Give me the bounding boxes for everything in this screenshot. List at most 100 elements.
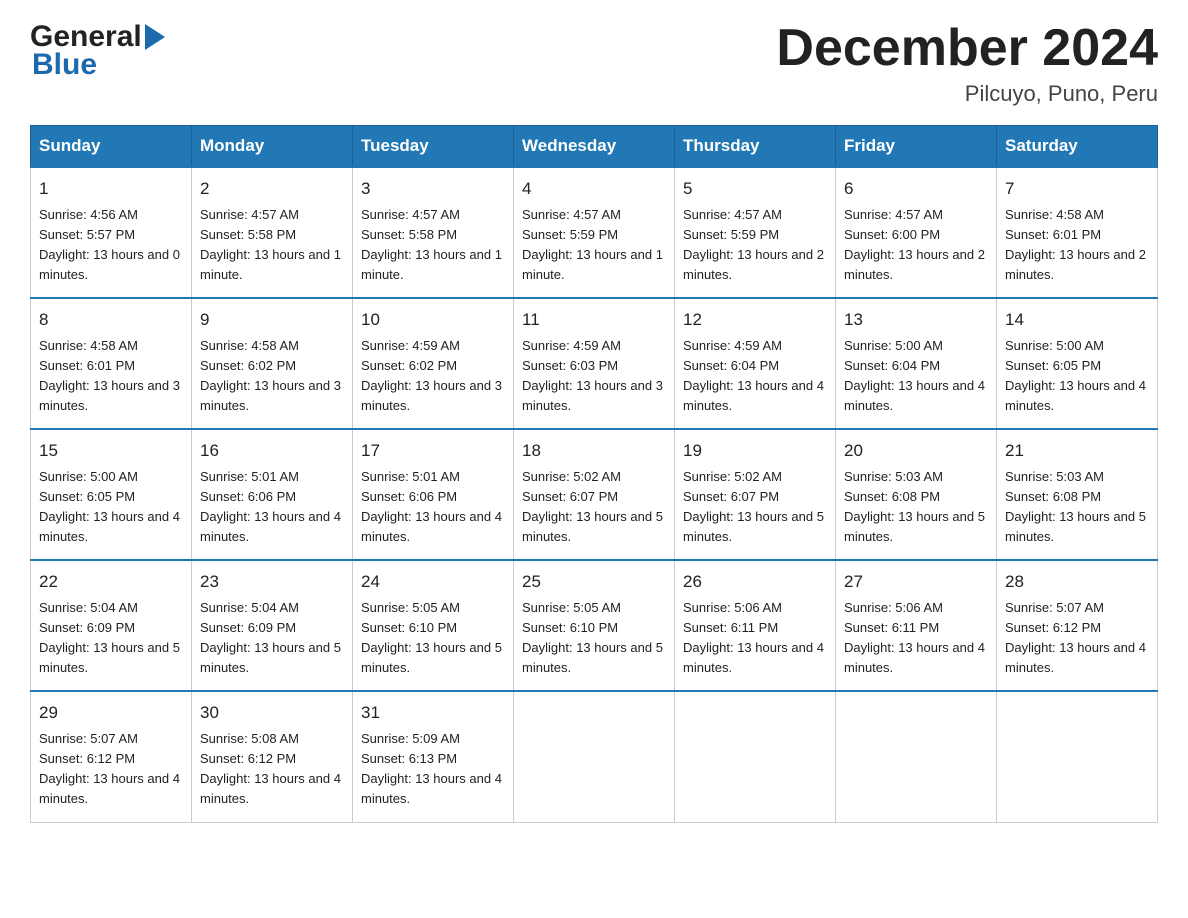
day-number: 26 (683, 569, 827, 595)
day-info: Sunrise: 5:06 AMSunset: 6:11 PMDaylight:… (683, 598, 827, 679)
calendar-cell (514, 691, 675, 822)
calendar-cell: 27 Sunrise: 5:06 AMSunset: 6:11 PMDayligh… (836, 560, 997, 691)
day-info: Sunrise: 4:57 AMSunset: 5:58 PMDaylight:… (200, 205, 344, 286)
calendar-cell: 17 Sunrise: 5:01 AMSunset: 6:06 PMDayligh… (353, 429, 514, 560)
day-info: Sunrise: 5:05 AMSunset: 6:10 PMDaylight:… (361, 598, 505, 679)
day-number: 31 (361, 700, 505, 726)
calendar-cell: 16 Sunrise: 5:01 AMSunset: 6:06 PMDayligh… (192, 429, 353, 560)
day-number: 8 (39, 307, 183, 333)
calendar-cell: 1 Sunrise: 4:56 AMSunset: 5:57 PMDaylight… (31, 167, 192, 298)
header-saturday: Saturday (997, 126, 1158, 168)
calendar: Sunday Monday Tuesday Wednesday Thursday… (30, 125, 1158, 822)
day-number: 23 (200, 569, 344, 595)
day-number: 17 (361, 438, 505, 464)
day-number: 6 (844, 176, 988, 202)
day-info: Sunrise: 5:07 AMSunset: 6:12 PMDaylight:… (1005, 598, 1149, 679)
calendar-cell: 30 Sunrise: 5:08 AMSunset: 6:12 PMDayligh… (192, 691, 353, 822)
day-number: 18 (522, 438, 666, 464)
logo-arrow-icon (145, 24, 165, 50)
calendar-cell: 8 Sunrise: 4:58 AMSunset: 6:01 PMDaylight… (31, 298, 192, 429)
calendar-week-row: 8 Sunrise: 4:58 AMSunset: 6:01 PMDaylight… (31, 298, 1158, 429)
calendar-cell: 2 Sunrise: 4:57 AMSunset: 5:58 PMDaylight… (192, 167, 353, 298)
calendar-cell: 5Sunrise: 4:57 AMSunset: 5:59 PMDaylight… (675, 167, 836, 298)
day-info: Sunrise: 5:01 AMSunset: 6:06 PMDaylight:… (361, 467, 505, 548)
day-info: Sunrise: 4:57 AMSunset: 5:59 PMDaylight:… (522, 205, 666, 286)
calendar-cell: 19 Sunrise: 5:02 AMSunset: 6:07 PMDayligh… (675, 429, 836, 560)
calendar-cell: 24 Sunrise: 5:05 AMSunset: 6:10 PMDayligh… (353, 560, 514, 691)
day-number: 19 (683, 438, 827, 464)
calendar-week-row: 1 Sunrise: 4:56 AMSunset: 5:57 PMDaylight… (31, 167, 1158, 298)
day-info: Sunrise: 4:56 AMSunset: 5:57 PMDaylight:… (39, 205, 183, 286)
calendar-cell: 6 Sunrise: 4:57 AMSunset: 6:00 PMDaylight… (836, 167, 997, 298)
day-info: Sunrise: 5:02 AMSunset: 6:07 PMDaylight:… (522, 467, 666, 548)
title-block: December 2024 Pilcuyo, Puno, Peru (776, 20, 1158, 107)
day-number: 28 (1005, 569, 1149, 595)
calendar-cell: 29 Sunrise: 5:07 AMSunset: 6:12 PMDayligh… (31, 691, 192, 822)
header-tuesday: Tuesday (353, 126, 514, 168)
day-number: 29 (39, 700, 183, 726)
page-title: December 2024 (776, 20, 1158, 77)
day-number: 3 (361, 176, 505, 202)
day-number: 15 (39, 438, 183, 464)
day-number: 22 (39, 569, 183, 595)
calendar-cell: 22Sunrise: 5:04 AMSunset: 6:09 PMDayligh… (31, 560, 192, 691)
day-number: 13 (844, 307, 988, 333)
day-number: 25 (522, 569, 666, 595)
day-number: 24 (361, 569, 505, 595)
calendar-cell: 10Sunrise: 4:59 AMSunset: 6:02 PMDayligh… (353, 298, 514, 429)
day-info: Sunrise: 5:00 AMSunset: 6:05 PMDaylight:… (39, 467, 183, 548)
day-number: 14 (1005, 307, 1149, 333)
day-info: Sunrise: 5:07 AMSunset: 6:12 PMDaylight:… (39, 729, 183, 810)
calendar-cell: 15 Sunrise: 5:00 AMSunset: 6:05 PMDayligh… (31, 429, 192, 560)
logo: General Blue (30, 20, 165, 82)
calendar-cell: 28 Sunrise: 5:07 AMSunset: 6:12 PMDayligh… (997, 560, 1158, 691)
day-number: 1 (39, 176, 183, 202)
day-info: Sunrise: 5:03 AMSunset: 6:08 PMDaylight:… (1005, 467, 1149, 548)
day-number: 21 (1005, 438, 1149, 464)
calendar-cell: 9Sunrise: 4:58 AMSunset: 6:02 PMDaylight… (192, 298, 353, 429)
day-info: Sunrise: 4:58 AMSunset: 6:02 PMDaylight:… (200, 336, 344, 417)
day-info: Sunrise: 4:59 AMSunset: 6:04 PMDaylight:… (683, 336, 827, 417)
day-info: Sunrise: 4:57 AMSunset: 6:00 PMDaylight:… (844, 205, 988, 286)
calendar-cell: 4Sunrise: 4:57 AMSunset: 5:59 PMDaylight… (514, 167, 675, 298)
calendar-week-row: 15 Sunrise: 5:00 AMSunset: 6:05 PMDayligh… (31, 429, 1158, 560)
page-header: General Blue December 2024 Pilcuyo, Puno… (30, 20, 1158, 107)
calendar-week-row: 22 Sunrise: 5:04 AMSunset: 6:09 PMDayligh… (31, 560, 1158, 691)
page-subtitle: Pilcuyo, Puno, Peru (776, 81, 1158, 107)
calendar-cell: 12Sunrise: 4:59 AMSunset: 6:04 PMDayligh… (675, 298, 836, 429)
day-info: Sunrise: 5:01 AMSunset: 6:06 PMDaylight:… (200, 467, 344, 548)
calendar-cell: 3Sunrise: 4:57 AMSunset: 5:58 PMDaylight… (353, 167, 514, 298)
calendar-cell: 14 Sunrise: 5:00 AMSunset: 6:05 PMDayligh… (997, 298, 1158, 429)
weekday-header-row: Sunday Monday Tuesday Wednesday Thursday… (31, 126, 1158, 168)
day-info: Sunrise: 5:09 AMSunset: 6:13 PMDaylight:… (361, 729, 505, 810)
calendar-cell: 26 Sunrise: 5:06 AMSunset: 6:11 PMDayligh… (675, 560, 836, 691)
calendar-cell: 7Sunrise: 4:58 AMSunset: 6:01 PMDaylight… (997, 167, 1158, 298)
day-info: Sunrise: 5:05 AMSunset: 6:10 PMDaylight:… (522, 598, 666, 679)
day-info: Sunrise: 5:06 AMSunset: 6:11 PMDaylight:… (844, 598, 988, 679)
calendar-cell (836, 691, 997, 822)
day-number: 30 (200, 700, 344, 726)
day-info: Sunrise: 4:59 AMSunset: 6:03 PMDaylight:… (522, 336, 666, 417)
day-info: Sunrise: 5:08 AMSunset: 6:12 PMDaylight:… (200, 729, 344, 810)
day-info: Sunrise: 4:58 AMSunset: 6:01 PMDaylight:… (39, 336, 183, 417)
day-number: 27 (844, 569, 988, 595)
day-number: 2 (200, 176, 344, 202)
day-number: 16 (200, 438, 344, 464)
calendar-table: Sunday Monday Tuesday Wednesday Thursday… (30, 125, 1158, 822)
calendar-cell: 25 Sunrise: 5:05 AMSunset: 6:10 PMDayligh… (514, 560, 675, 691)
calendar-cell: 13Sunrise: 5:00 AMSunset: 6:04 PMDayligh… (836, 298, 997, 429)
calendar-cell: 21 Sunrise: 5:03 AMSunset: 6:08 PMDayligh… (997, 429, 1158, 560)
day-info: Sunrise: 5:02 AMSunset: 6:07 PMDaylight:… (683, 467, 827, 548)
day-info: Sunrise: 5:00 AMSunset: 6:05 PMDaylight:… (1005, 336, 1149, 417)
calendar-cell: 20Sunrise: 5:03 AMSunset: 6:08 PMDayligh… (836, 429, 997, 560)
day-info: Sunrise: 5:04 AMSunset: 6:09 PMDaylight:… (200, 598, 344, 679)
day-number: 5 (683, 176, 827, 202)
header-thursday: Thursday (675, 126, 836, 168)
calendar-cell (997, 691, 1158, 822)
day-info: Sunrise: 4:58 AMSunset: 6:01 PMDaylight:… (1005, 205, 1149, 286)
logo-blue-text: Blue (30, 48, 97, 82)
calendar-cell: 18 Sunrise: 5:02 AMSunset: 6:07 PMDayligh… (514, 429, 675, 560)
day-number: 11 (522, 307, 666, 333)
calendar-cell (675, 691, 836, 822)
calendar-cell: 23 Sunrise: 5:04 AMSunset: 6:09 PMDayligh… (192, 560, 353, 691)
